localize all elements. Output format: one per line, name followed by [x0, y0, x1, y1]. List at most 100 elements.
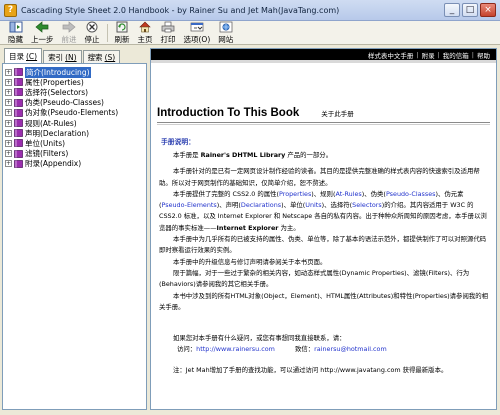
- options-button[interactable]: 选项(O): [180, 21, 215, 44]
- tab-contents-label: 目录: [9, 51, 24, 61]
- website-button[interactable]: 网站: [214, 21, 237, 44]
- book-icon: [14, 108, 23, 117]
- paragraph-intro: 本手册是 Rainer's DHTML Library 产品的一部分。: [173, 151, 333, 159]
- stop-icon: [85, 21, 99, 33]
- nav-link-handbook[interactable]: 样式表中文手册: [368, 50, 414, 60]
- book-icon: [14, 149, 23, 158]
- title-rule: [157, 122, 490, 123]
- tree-item-declaration[interactable]: + 声明(Declaration): [5, 128, 144, 138]
- mail-label: 致信：: [294, 345, 315, 354]
- about-link[interactable]: 关于此手册: [321, 108, 354, 118]
- book-icon: [14, 78, 23, 87]
- product-name: Rainer's DHTML Library: [200, 151, 286, 159]
- print-label: 打印: [160, 34, 176, 44]
- tab-index-label: 索引: [48, 52, 64, 62]
- paragraph-updates: 本手册中的升级信息与修订声明请参阅关于本书页面。: [173, 257, 327, 266]
- link-properties[interactable]: Properties: [279, 190, 311, 198]
- book-icon: [14, 159, 23, 168]
- nav-separator: |: [416, 50, 419, 59]
- refresh-button[interactable]: 刷新: [111, 21, 134, 44]
- forward-label: 前进: [61, 34, 77, 44]
- tree-item-pseudo-classes[interactable]: + 伪类(Pseudo-Classes): [5, 98, 144, 108]
- content-pane: 样式表中文手册 | 附录 | 我的信箱 | 帮助 Introduction To…: [150, 48, 497, 410]
- home-button[interactable]: 主页: [134, 21, 157, 44]
- tab-contents-key: (C): [26, 51, 38, 61]
- home-label: 主页: [137, 34, 153, 44]
- minimize-button[interactable]: _: [444, 3, 460, 17]
- tab-contents[interactable]: 目录 (C): [4, 48, 43, 63]
- tree-item-filters[interactable]: + 滤镜(Filters): [5, 149, 144, 159]
- link-at-rules[interactable]: At-Rules: [335, 190, 361, 198]
- tab-index[interactable]: 索引 (N): [43, 50, 82, 63]
- link-pseudo-elements[interactable]: Pseudo-Elements: [162, 201, 217, 209]
- expand-icon[interactable]: +: [5, 68, 12, 76]
- title-rule-secondary: [157, 124, 490, 125]
- book-icon: [14, 98, 23, 107]
- expand-icon[interactable]: +: [5, 119, 12, 127]
- email-link[interactable]: rainersu@hotmail.com: [314, 345, 387, 353]
- navigation-pane: 目录 (C) 索引 (N) 搜索 (S) + 简介(Introducing) + 属性…: [2, 48, 147, 410]
- nav-link-mailbox[interactable]: 我的信箱: [443, 50, 469, 60]
- help-app-icon: ?: [4, 3, 17, 17]
- nav-link-help[interactable]: 帮助: [477, 50, 490, 60]
- maximize-button[interactable]: □: [462, 3, 478, 17]
- book-icon: [14, 119, 23, 127]
- link-units[interactable]: Units: [305, 201, 321, 209]
- title-bar: ? Cascading Style Sheet 2.0 Handbook - b…: [0, 0, 500, 21]
- link-selectors[interactable]: Selectors: [352, 201, 382, 209]
- options-icon: [190, 21, 204, 33]
- visit-label: 访问：: [177, 345, 197, 354]
- tree-item-properties[interactable]: + 属性(Properties): [5, 77, 144, 87]
- book-icon: [14, 68, 23, 76]
- contact-intro: 如果您对本手册有什么疑问，或您有事想同我直接联系，请：: [173, 334, 346, 343]
- expand-icon[interactable]: +: [5, 129, 12, 137]
- top-nav-bar: 样式表中文手册 | 附录 | 我的信箱 | 帮助: [151, 49, 496, 60]
- tab-search-label: 搜索: [87, 52, 103, 62]
- forward-button[interactable]: 前进: [58, 20, 81, 44]
- web-icon: [219, 21, 233, 33]
- back-button[interactable]: 上一步: [27, 20, 58, 44]
- expand-icon[interactable]: +: [5, 150, 12, 158]
- nav-link-appendix[interactable]: 附录: [422, 50, 435, 60]
- refresh-label: 刷新: [114, 34, 130, 44]
- tab-search[interactable]: 搜索 (S): [82, 50, 121, 63]
- refresh-icon: [115, 21, 129, 33]
- expand-icon[interactable]: +: [5, 78, 12, 86]
- page-title: Introduction To This Book: [157, 107, 300, 119]
- book-icon: [14, 88, 23, 97]
- article: Introduction To This Book 关于此手册 手册说明： 本手…: [151, 107, 496, 377]
- hide-icon: [9, 21, 23, 33]
- nav-divider: [151, 60, 496, 63]
- stop-button[interactable]: 停止: [81, 21, 104, 44]
- site-link[interactable]: http://www.rainersu.com: [196, 345, 275, 353]
- expand-icon[interactable]: +: [5, 99, 12, 107]
- tree-item-appendix[interactable]: + 附录(Appendix): [5, 159, 144, 169]
- tree-item-selectors[interactable]: + 选择符(Selectors): [5, 87, 144, 97]
- expand-icon[interactable]: +: [5, 88, 12, 96]
- hide-button[interactable]: 隐藏: [4, 21, 27, 44]
- paragraph-coverage: 本手册提供了完整的 CSS2.0 的属性(Properties)、规则(At-R…: [159, 189, 487, 232]
- print-button[interactable]: 打印: [157, 21, 180, 44]
- paragraph-examples: 本手册中为几乎所有的已被支持的属性、伪类、单位等，除了基本的语法示范外，都提供制…: [159, 235, 487, 255]
- tree-item-units[interactable]: + 单位(Units): [5, 138, 144, 148]
- link-declarations[interactable]: Declarations: [241, 201, 281, 209]
- book-icon: [14, 139, 23, 148]
- tab-search-key: (S): [104, 52, 116, 62]
- tree-item-label: 附录(Appendix): [25, 159, 82, 169]
- toolbar-separator: [106, 23, 108, 42]
- paragraph-related: 本书中涉及到的所有HTML对象(Object，Element)、HTML属性(A…: [159, 291, 489, 311]
- stop-label: 停止: [84, 34, 100, 44]
- expand-icon[interactable]: +: [5, 160, 12, 168]
- expand-icon[interactable]: +: [5, 139, 12, 147]
- close-button[interactable]: ×: [480, 3, 496, 17]
- tree-item-introducing[interactable]: + 简介(Introducing): [5, 66, 144, 78]
- tree-item-pseudo-elements[interactable]: + 伪对象(Pseudo-Elements): [5, 108, 144, 118]
- link-pseudo-classes[interactable]: Pseudo-Classes: [386, 190, 436, 198]
- expand-icon[interactable]: +: [5, 109, 12, 117]
- section-heading: 手册说明：: [161, 138, 195, 146]
- paragraph-limits: 限于篇幅，对于一些过于繁杂的相关内容，如动态样式属性(Dynamic Prope…: [159, 268, 470, 289]
- ie-emphasis: Internet Explorer: [216, 223, 279, 232]
- paragraph-audience: 本手册针对的是已有一定网页设计制作经验的读者。其目的是提供完整准确的样式表内容的…: [159, 167, 480, 187]
- tree-item-at-rules[interactable]: + 规则(At-Rules): [5, 118, 144, 128]
- nav-separator: |: [437, 50, 440, 59]
